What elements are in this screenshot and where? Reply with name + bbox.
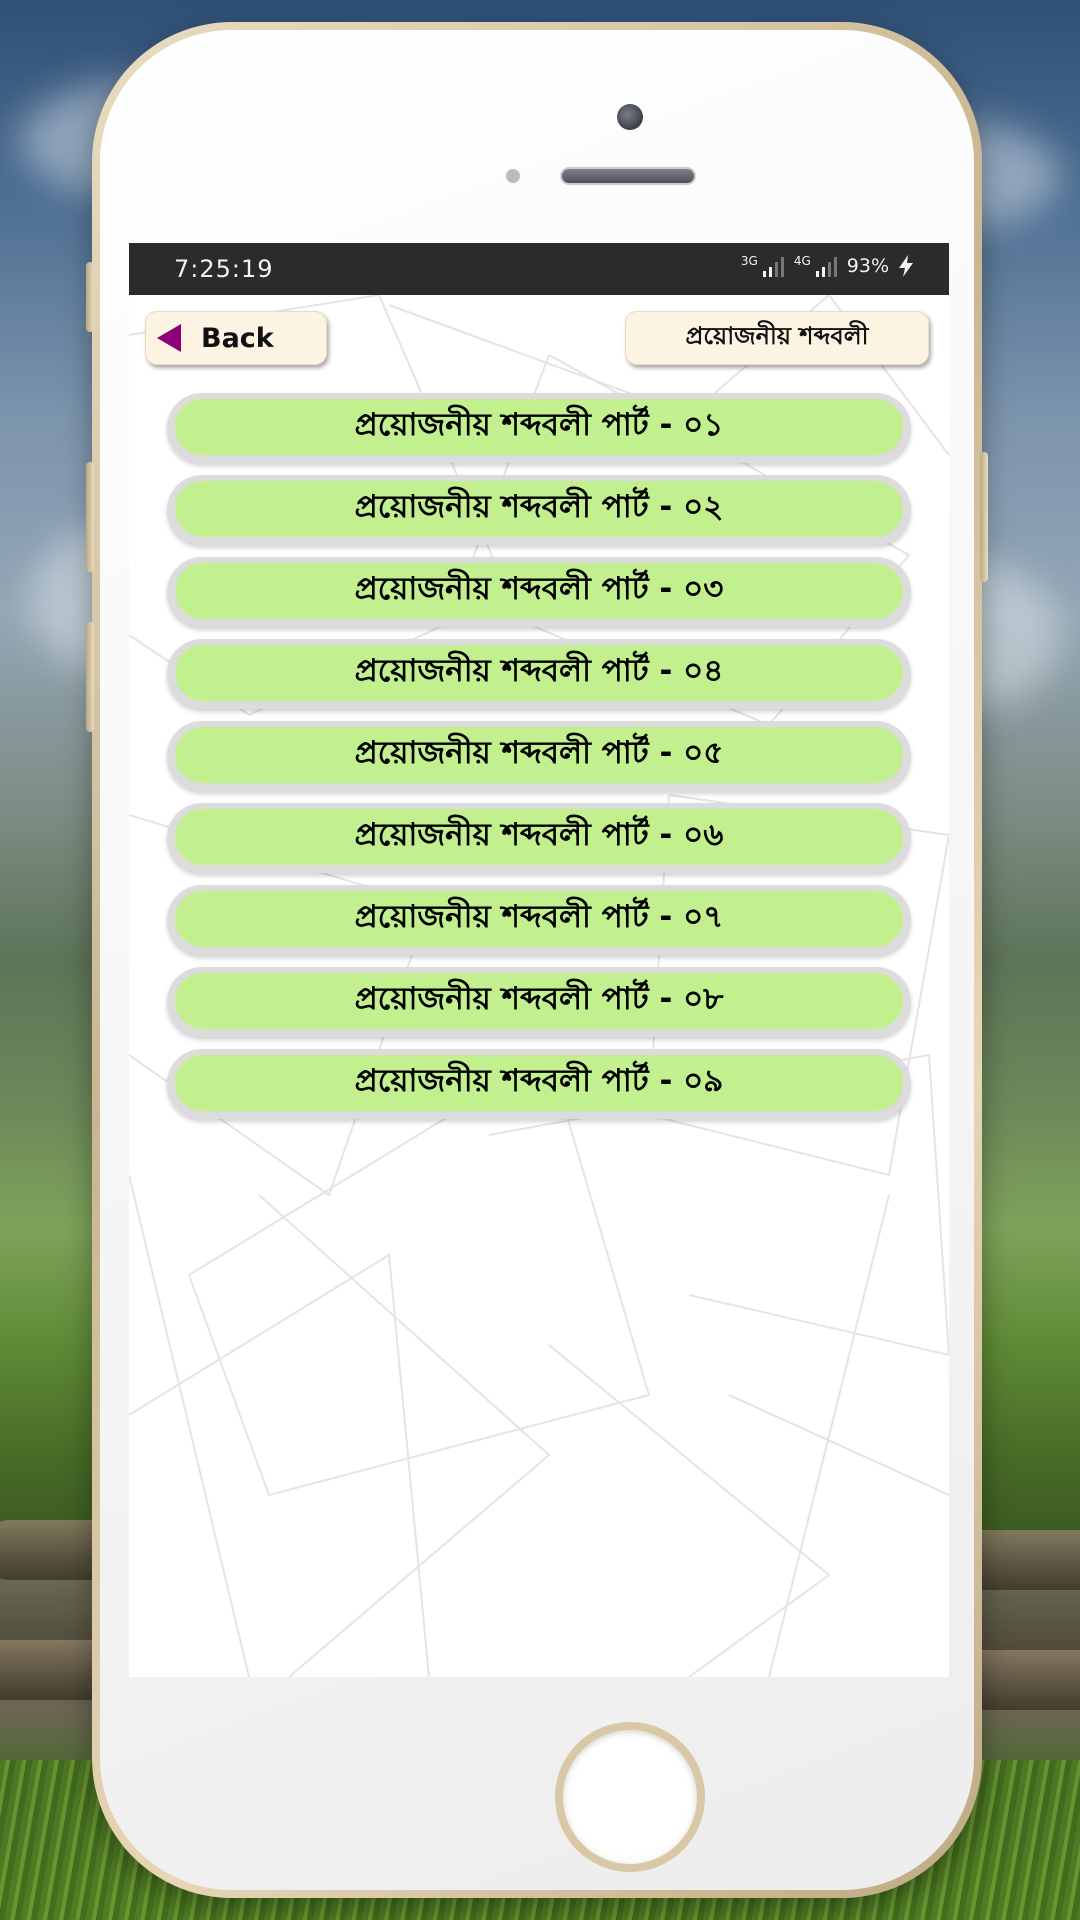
list-item-part-04[interactable]: প্রয়োজনীয় শব্দবলী পার্ট - ০৪: [167, 639, 911, 709]
proximity-sensor: [506, 169, 520, 183]
page-title: প্রয়োজনীয় শব্দবলী: [625, 311, 929, 365]
list-item-label: প্রয়োজনীয় শব্দবলী পার্ট - ০১: [175, 399, 903, 455]
list-item-label: প্রয়োজনীয় শব্দবলী পার্ট - ০৫: [175, 727, 903, 783]
list-item-part-09[interactable]: প্রয়োজনীয় শব্দবলী পার্ট - ০৯: [167, 1049, 911, 1119]
list-item-part-01[interactable]: প্রয়োজনীয় শব্দবলী পার্ট - ০১: [167, 393, 911, 463]
list-item-label: প্রয়োজনীয় শব্দবলী পার্ট - ০৯: [175, 1055, 903, 1111]
charging-bolt-icon: [899, 255, 913, 277]
list-item-part-06[interactable]: প্রয়োজনীয় শব্দবলী পার্ট - ০৬: [167, 803, 911, 873]
home-button[interactable]: [555, 1722, 705, 1872]
list-item-part-03[interactable]: প্রয়োজনীয় শব্দবলী পার্ট - ০৩: [167, 557, 911, 627]
list-item-label: প্রয়োজনীয় শব্দবলী পার্ট - ০৪: [175, 645, 903, 701]
status-icons: 3G 4G 93%: [741, 255, 913, 277]
list-item-part-02[interactable]: প্রয়োজনীয় শব্দবলী পার্ট - ০২: [167, 475, 911, 545]
status-bar: 7:25:19 3G 4G 93%: [129, 243, 949, 295]
battery-percent: 93%: [846, 255, 889, 277]
list-item-label: প্রয়োজনীয় শব্দবলী পার্ট - ০৭: [175, 891, 903, 947]
signal-3g-icon: 3G: [741, 255, 784, 277]
list-item-part-07[interactable]: প্রয়োজনীয় শব্দবলী পার্ট - ০৭: [167, 885, 911, 955]
status-time: 7:25:19: [174, 255, 274, 283]
list-item-label: প্রয়োজনীয় শব্দবলী পার্ট - ০২: [175, 481, 903, 537]
list-item-part-05[interactable]: প্রয়োজনীয় শব্দবলী পার্ট - ০৫: [167, 721, 911, 791]
parts-list: প্রয়োজনীয় শব্দবলী পার্ট - ০১ প্রয়োজনী…: [167, 393, 911, 1131]
volume-down-button: [86, 622, 94, 732]
back-button-label: Back: [201, 322, 274, 354]
power-button: [980, 452, 988, 582]
list-item-part-08[interactable]: প্রয়োজনীয় শব্দবলী পার্ট - ০৮: [167, 967, 911, 1037]
app-screen: 7:25:19 3G 4G 93% Back প্রয়োজনীয় শব্দব…: [129, 243, 949, 1677]
signal-4g-icon: 4G: [794, 255, 837, 277]
list-item-label: প্রয়োজনীয় শব্দবলী পার্ট - ০৬: [175, 809, 903, 865]
front-camera: [617, 104, 643, 130]
volume-up-button: [86, 462, 94, 572]
earpiece-speaker: [560, 167, 696, 185]
list-item-label: প্রয়োজনীয় শব্দবলী পার্ট - ০৮: [175, 973, 903, 1029]
list-item-label: প্রয়োজনীয় শব্দবলী পার্ট - ০৩: [175, 563, 903, 619]
back-button[interactable]: Back: [145, 311, 327, 365]
back-arrow-icon: [157, 324, 181, 352]
phone-side-button: [86, 262, 94, 332]
